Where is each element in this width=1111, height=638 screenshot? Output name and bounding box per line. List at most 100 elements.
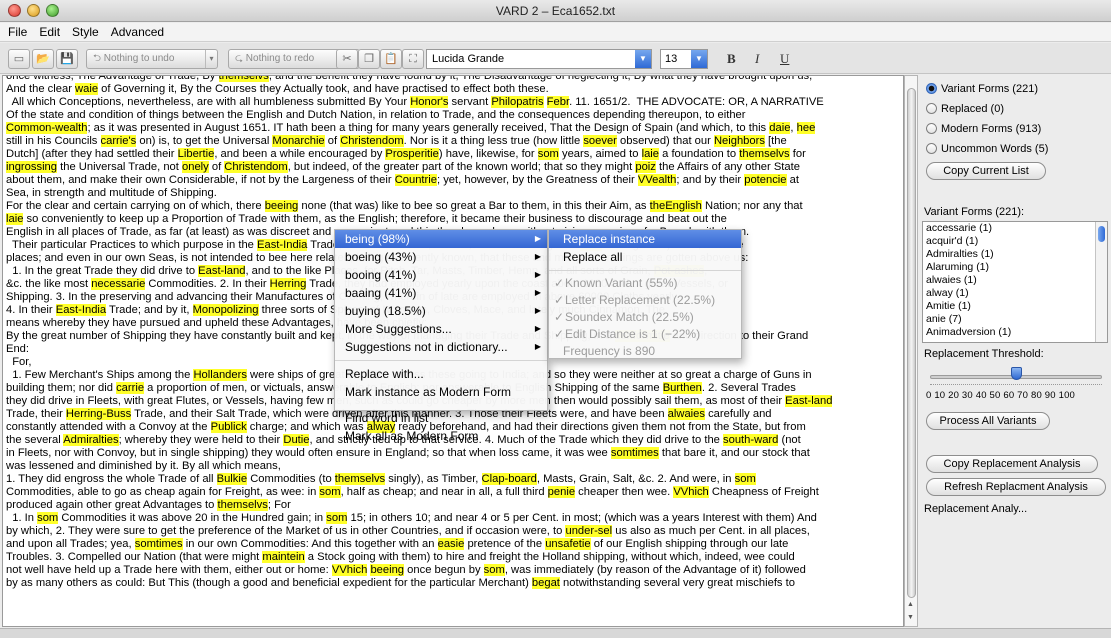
variant-word[interactable]: under-sel xyxy=(565,525,613,537)
variant-word[interactable]: laie xyxy=(6,213,24,225)
variant-word[interactable]: beeing xyxy=(370,564,405,576)
variant-word[interactable]: penie xyxy=(547,486,576,498)
chevron-down-icon[interactable]: ▼ xyxy=(635,50,651,68)
list-scrollbar-thumb[interactable] xyxy=(1098,226,1105,242)
variant-word[interactable]: ingrossing xyxy=(6,161,57,173)
variant-word[interactable]: Honor's xyxy=(410,96,449,108)
undo-dropdown-icon[interactable]: ▾ xyxy=(205,50,217,68)
suggestion-item[interactable]: baaing (41%) ▶ xyxy=(335,284,547,302)
variant-forms-list[interactable]: accessarie (1) acquir'd (1) Admiralties … xyxy=(922,221,1108,343)
undo-button[interactable]: ⮌ Nothing to undo ▾ xyxy=(86,49,218,69)
variant-word[interactable]: Christendom xyxy=(224,161,288,173)
process-all-variants-button[interactable]: Process All Variants xyxy=(926,412,1050,430)
variant-word[interactable]: Libertie xyxy=(177,148,215,160)
variant-word[interactable]: Christendom xyxy=(340,135,404,147)
variant-word[interactable]: som xyxy=(734,473,756,485)
refresh-replacement-analysis-button[interactable]: Refresh Replacment Analysis xyxy=(926,478,1106,496)
variant-word[interactable]: soever xyxy=(583,135,617,147)
variant-word[interactable]: Monarchie xyxy=(272,135,325,147)
mark-instance-modern-item[interactable]: Mark instance as Modern Form xyxy=(335,383,547,401)
variant-word[interactable]: Burthen xyxy=(662,382,702,394)
menu-style[interactable]: Style xyxy=(66,23,105,39)
radio-icon[interactable] xyxy=(926,143,937,154)
variant-word[interactable]: themselvs xyxy=(218,76,269,82)
variant-word[interactable]: Monopolizing xyxy=(192,304,259,316)
suggestion-item[interactable]: booing (41%) ▶ xyxy=(335,266,547,284)
scroll-down-icon[interactable]: ▼ xyxy=(907,614,914,621)
bold-button[interactable]: B xyxy=(727,51,736,67)
variant-word[interactable]: unsafetie xyxy=(545,538,591,550)
variant-word[interactable]: Herring xyxy=(269,278,307,290)
variant-word[interactable]: Common-wealth xyxy=(6,122,88,134)
list-item[interactable]: Amitie (1) xyxy=(923,300,1107,313)
variant-word[interactable]: themselvs xyxy=(217,499,268,511)
font-size-combo[interactable]: 13 ▼ xyxy=(660,49,708,69)
open-folder-icon[interactable]: 📂 xyxy=(32,49,54,69)
radio-modern-forms[interactable]: Modern Forms (913) xyxy=(926,122,1041,136)
variant-word[interactable]: Publick xyxy=(210,421,247,433)
variant-word[interactable]: south-ward xyxy=(723,434,779,446)
variant-word[interactable]: VVealth xyxy=(637,174,677,186)
radio-icon[interactable] xyxy=(926,123,937,134)
list-scrollbar[interactable] xyxy=(1095,222,1107,342)
variant-word[interactable]: Bulkie xyxy=(216,473,248,485)
variant-word[interactable]: Febr xyxy=(546,96,570,108)
variant-word[interactable]: themselvs xyxy=(739,148,790,160)
copy-current-list-button[interactable]: Copy Current List xyxy=(926,162,1046,180)
save-icon[interactable]: 💾 xyxy=(56,49,78,69)
variant-word[interactable]: maintein xyxy=(262,551,305,563)
replace-instance-item[interactable]: Replace instance xyxy=(549,230,741,248)
cut-icon[interactable]: ✂ xyxy=(336,49,358,69)
variant-word[interactable]: Philopatris xyxy=(491,96,544,108)
replace-with-item[interactable]: Replace with... xyxy=(335,365,547,383)
variant-word[interactable]: poiz xyxy=(635,161,656,173)
radio-variant-forms[interactable]: Variant Forms (221) xyxy=(926,82,1038,96)
variant-word[interactable]: East-land xyxy=(785,395,833,407)
variant-word[interactable]: easie xyxy=(437,538,465,550)
variant-word[interactable]: East-India xyxy=(55,304,107,316)
list-item[interactable]: alway (1) xyxy=(923,287,1107,300)
suggestions-not-in-dictionary-item[interactable]: Suggestions not in dictionary... ▶ xyxy=(335,338,547,356)
paste-icon[interactable]: 📋 xyxy=(380,49,402,69)
variant-word[interactable]: som xyxy=(326,512,348,524)
variant-word[interactable]: Prosperitie xyxy=(385,148,439,160)
suggestion-item[interactable]: buying (18.5%) ▶ xyxy=(335,302,547,320)
list-item[interactable]: anie (7) xyxy=(923,313,1107,326)
variant-word[interactable]: daie xyxy=(769,122,791,134)
variant-word[interactable]: necessarie xyxy=(91,278,146,290)
mark-all-modern-item[interactable]: Mark all as Modern Form xyxy=(335,427,547,445)
variant-word[interactable]: waie xyxy=(75,83,99,95)
select-all-icon[interactable]: ⛶ xyxy=(402,49,424,69)
variant-word[interactable]: onely xyxy=(182,161,209,173)
radio-replaced[interactable]: Replaced (0) xyxy=(926,102,1004,116)
list-item[interactable]: Alaruming (1) xyxy=(923,261,1107,274)
variant-word[interactable]: somtimes xyxy=(610,447,659,459)
radio-uncommon-words[interactable]: Uncommon Words (5) xyxy=(926,142,1048,156)
list-item[interactable]: accessarie (1) xyxy=(923,222,1107,235)
variant-word[interactable]: Hollanders xyxy=(193,369,247,381)
variant-word[interactable]: carrie xyxy=(116,382,145,394)
radio-icon[interactable] xyxy=(926,103,937,114)
variant-word[interactable]: begat xyxy=(531,577,560,589)
scrollbar-thumb[interactable] xyxy=(907,88,916,598)
list-item[interactable]: Admiralties (1) xyxy=(923,248,1107,261)
list-item[interactable]: alwaies (1) xyxy=(923,274,1107,287)
variant-word[interactable]: beeing xyxy=(264,200,299,212)
italic-button[interactable]: I xyxy=(755,51,759,67)
font-family-combo[interactable]: Lucida Grande ▼ xyxy=(426,49,652,69)
copy-replacement-analysis-button[interactable]: Copy Replacement Analysis xyxy=(926,455,1098,473)
radio-selected-icon[interactable] xyxy=(926,83,937,94)
menu-advanced[interactable]: Advanced xyxy=(105,23,170,39)
threshold-slider-knob[interactable] xyxy=(1011,367,1022,380)
list-item[interactable]: acquir'd (1) xyxy=(923,235,1107,248)
variant-word[interactable]: hee xyxy=(796,122,816,134)
suggestion-item[interactable]: being (98%) ▶ xyxy=(335,230,547,248)
find-word-in-list-item[interactable]: Find word in list xyxy=(335,409,547,427)
menu-file[interactable]: File xyxy=(0,23,33,39)
copy-icon[interactable]: ❐ xyxy=(358,49,380,69)
variant-word[interactable]: somtimes xyxy=(134,538,183,550)
list-item[interactable]: Animadversion (1) xyxy=(923,326,1107,339)
document-scrollbar[interactable]: ▲ ▼ xyxy=(904,75,918,627)
variant-word[interactable]: carrie's xyxy=(100,135,137,147)
variant-word[interactable]: VVhich xyxy=(673,486,709,498)
